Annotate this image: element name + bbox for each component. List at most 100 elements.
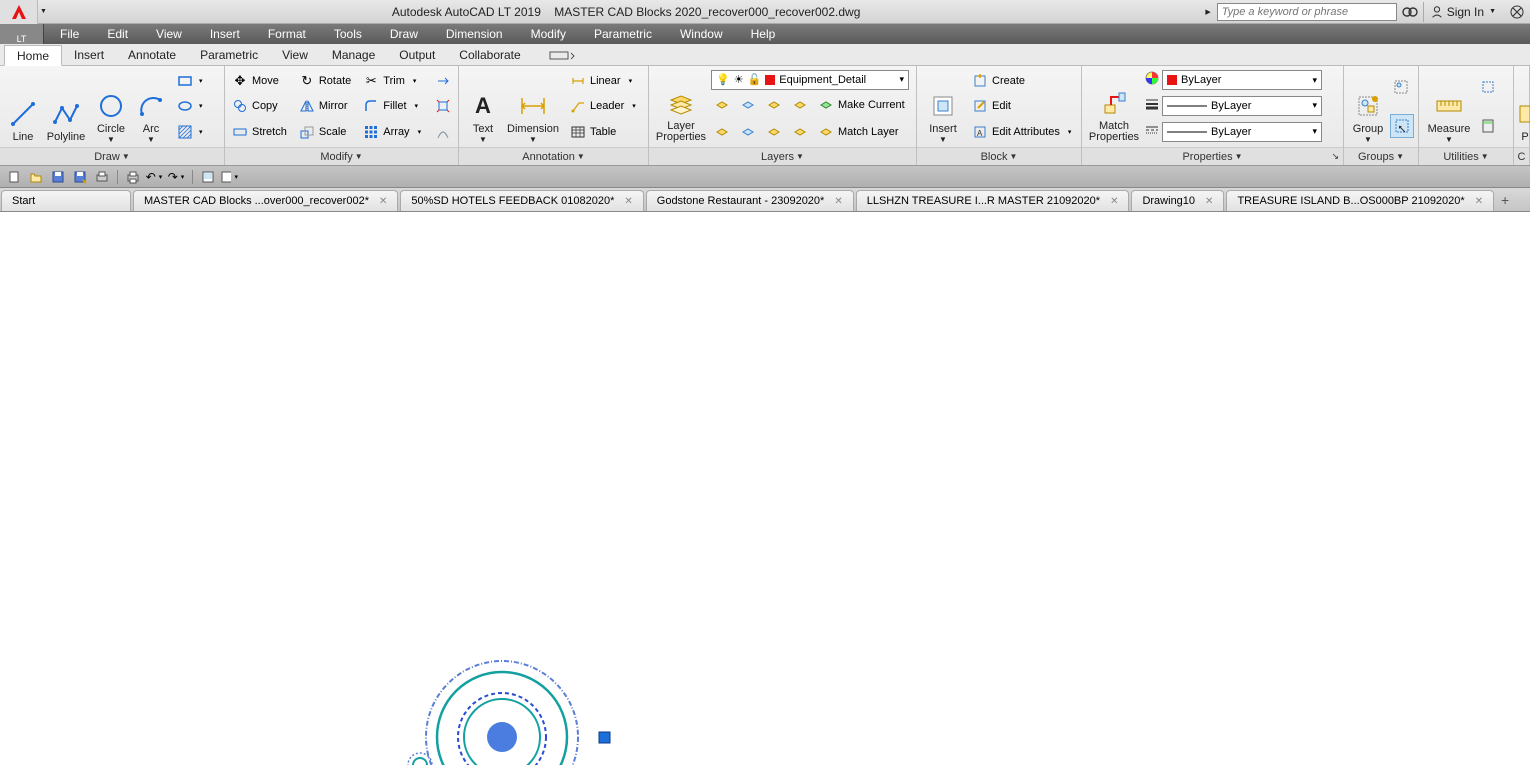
modify-extra3[interactable] xyxy=(432,120,454,144)
color-wheel-icon[interactable] xyxy=(1144,70,1160,91)
close-icon[interactable]: ✕ xyxy=(624,196,632,207)
menu-help[interactable]: Help xyxy=(737,24,790,44)
tab-view[interactable]: View xyxy=(270,44,320,65)
tab-parametric[interactable]: Parametric xyxy=(188,44,270,65)
panel-draw-title[interactable]: Draw▼ xyxy=(0,147,224,165)
dimension-button[interactable]: Dimension▼ xyxy=(503,68,563,145)
table-button[interactable]: Table xyxy=(567,120,641,144)
modify-extra1[interactable] xyxy=(432,69,454,93)
make-current-button[interactable]: Make Current xyxy=(815,93,908,117)
trim-button[interactable]: ✂Trim▾ xyxy=(360,69,426,93)
ungroup-button[interactable] xyxy=(1390,75,1414,99)
file-tab[interactable]: TREASURE ISLAND B...OS000BP 21092020*✕ xyxy=(1226,190,1494,211)
array-button[interactable]: Array▾ xyxy=(360,120,426,144)
clipboard-button[interactable]: P xyxy=(1518,68,1530,145)
draw-rect-button[interactable]: ▾ xyxy=(174,69,208,93)
panel-layers-title[interactable]: Layers▼ xyxy=(649,147,916,165)
copy-button[interactable]: Copy xyxy=(229,94,290,118)
leader-button[interactable]: Leader▾ xyxy=(567,94,641,118)
color-selector[interactable]: ByLayer ▾ xyxy=(1162,70,1322,90)
menu-format[interactable]: Format xyxy=(254,24,320,44)
menu-file[interactable]: File xyxy=(46,24,93,44)
layer-iso-button[interactable] xyxy=(737,93,759,117)
qat-redo-button[interactable]: ↷▾ xyxy=(167,168,187,186)
ribbon-minimize-icon[interactable] xyxy=(543,44,583,65)
move-button[interactable]: ✥Move xyxy=(229,69,290,93)
linetype-icon[interactable] xyxy=(1144,122,1160,143)
qat-undo-button[interactable]: ↶▾ xyxy=(145,168,165,186)
file-tab[interactable]: 50%SD HOTELS FEEDBACK 01082020*✕ xyxy=(400,190,643,211)
file-tab[interactable]: MASTER CAD Blocks ...over000_recover002*… xyxy=(133,190,398,211)
file-tab-start[interactable]: Start xyxy=(1,190,131,211)
mirror-button[interactable]: Mirror xyxy=(296,94,354,118)
panel-groups-title[interactable]: Groups▼ xyxy=(1344,147,1418,165)
layer-on-button[interactable] xyxy=(711,120,733,144)
qat-layout-button[interactable] xyxy=(198,168,218,186)
file-tab[interactable]: LLSHZN TREASURE I...R MASTER 21092020*✕ xyxy=(856,190,1130,211)
menu-draw[interactable]: Draw xyxy=(376,24,432,44)
scale-button[interactable]: Scale xyxy=(296,120,354,144)
menu-view[interactable]: View xyxy=(142,24,196,44)
tab-collaborate[interactable]: Collaborate xyxy=(447,44,532,65)
qat-open-button[interactable] xyxy=(26,168,46,186)
qat-saveas-button[interactable] xyxy=(70,168,90,186)
menu-tools[interactable]: Tools xyxy=(320,24,376,44)
linear-button[interactable]: Linear▾ xyxy=(567,69,641,93)
menu-dimension[interactable]: Dimension xyxy=(432,24,517,44)
qat-plot-button[interactable] xyxy=(92,168,112,186)
file-tab[interactable]: Godstone Restaurant - 23092020*✕ xyxy=(646,190,854,211)
close-icon[interactable]: ✕ xyxy=(1205,196,1213,207)
match-layer-button[interactable]: Match Layer xyxy=(815,120,902,144)
layer-off-button[interactable] xyxy=(711,93,733,117)
infocenter-icon[interactable] xyxy=(1401,3,1419,21)
layer-unlock-button[interactable] xyxy=(789,120,811,144)
draw-ellipse-button[interactable]: ▾ xyxy=(174,94,208,118)
tab-insert[interactable]: Insert xyxy=(62,44,116,65)
draw-arc-button[interactable]: Arc▼ xyxy=(132,68,170,145)
draw-polyline-button[interactable]: Polyline xyxy=(42,68,90,145)
draw-hatch-button[interactable]: ▾ xyxy=(174,120,208,144)
edit-block-button[interactable]: Edit xyxy=(969,94,1076,118)
layer-lock-button[interactable] xyxy=(789,93,811,117)
create-block-button[interactable]: Create xyxy=(969,69,1076,93)
draw-line-button[interactable]: Line xyxy=(4,68,42,145)
select-all-button[interactable] xyxy=(1477,75,1499,99)
drawing-canvas[interactable] xyxy=(0,212,1530,765)
draw-circle-button[interactable]: Circle▼ xyxy=(90,68,132,145)
tab-output[interactable]: Output xyxy=(387,44,447,65)
close-icon[interactable]: ✕ xyxy=(379,196,387,207)
sign-in-button[interactable]: Sign In ▼ xyxy=(1423,2,1504,22)
group-select-button[interactable] xyxy=(1390,114,1414,138)
panel-utilities-title[interactable]: Utilities▼ xyxy=(1419,147,1513,165)
quickcalc-button[interactable] xyxy=(1477,114,1499,138)
panel-annotation-title[interactable]: Annotation▼ xyxy=(459,147,648,165)
insert-button[interactable]: Insert▼ xyxy=(921,68,965,145)
qat-new-button[interactable] xyxy=(4,168,24,186)
tab-home[interactable]: Home xyxy=(4,45,62,66)
tab-annotate[interactable]: Annotate xyxy=(116,44,188,65)
menu-parametric[interactable]: Parametric xyxy=(580,24,666,44)
rotate-button[interactable]: ↻Rotate xyxy=(296,69,354,93)
layer-properties-button[interactable]: LayerProperties xyxy=(653,68,709,145)
qat-print-button[interactable] xyxy=(123,168,143,186)
close-icon[interactable]: ✕ xyxy=(834,196,842,207)
stretch-button[interactable]: Stretch xyxy=(229,120,290,144)
file-tab[interactable]: Drawing10✕ xyxy=(1131,190,1224,211)
match-properties-button[interactable]: MatchProperties xyxy=(1086,68,1142,145)
close-icon[interactable]: ✕ xyxy=(1110,196,1118,207)
app-menu-icon[interactable] xyxy=(0,0,38,24)
menu-window[interactable]: Window xyxy=(666,24,737,44)
menu-edit[interactable]: Edit xyxy=(93,24,142,44)
layer-uniso-button[interactable] xyxy=(737,120,759,144)
panel-properties-title[interactable]: Properties▼↘ xyxy=(1082,147,1343,165)
qat-more-button[interactable]: ▾ xyxy=(220,168,240,186)
close-icon[interactable]: ✕ xyxy=(1475,196,1483,207)
qat-save-button[interactable] xyxy=(48,168,68,186)
exchange-icon[interactable] xyxy=(1508,3,1526,21)
measure-button[interactable]: Measure▼ xyxy=(1423,68,1475,145)
panel-block-title[interactable]: Block▼ xyxy=(917,147,1081,165)
help-search-input[interactable] xyxy=(1217,3,1397,21)
linetype-selector[interactable]: ByLayer ▾ xyxy=(1162,122,1322,142)
group-button[interactable]: Group▼ xyxy=(1348,68,1388,145)
layer-freeze-button[interactable] xyxy=(763,93,785,117)
